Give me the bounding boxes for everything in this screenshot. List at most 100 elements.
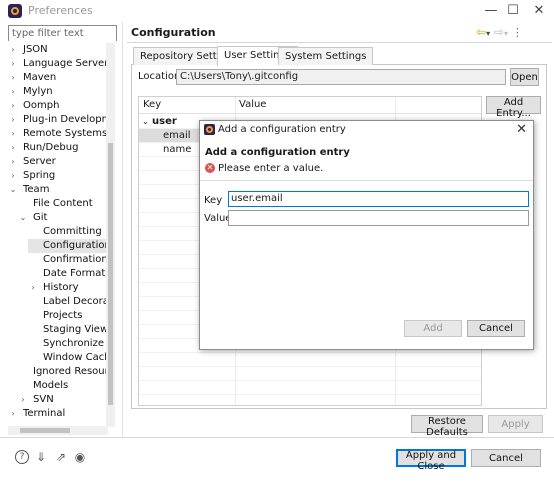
add-entry-button[interactable]: Add Entry... (486, 96, 541, 119)
tree-item[interactable]: › Maven (8, 71, 56, 85)
tree-item-label: Terminal (23, 408, 66, 419)
tree-vertical-scrollbar[interactable] (106, 43, 115, 427)
filter-input[interactable] (9, 26, 116, 41)
collapse-chevron-icon[interactable]: ⌄ (8, 183, 18, 197)
tree-item-label: Synchronize (43, 338, 104, 349)
expand-chevron-icon[interactable]: › (8, 43, 18, 57)
expand-chevron-icon[interactable]: › (8, 169, 18, 183)
tree-item[interactable]: Models (18, 379, 68, 393)
tree-item[interactable]: File Content (18, 197, 93, 211)
empty-table-row (139, 367, 481, 381)
tree-item[interactable]: › Plug-in Development (8, 113, 115, 127)
expand-chevron-icon[interactable]: › (8, 85, 18, 99)
tree-item-label: Language Servers (23, 58, 114, 69)
tree-item-label: History (43, 282, 79, 293)
tree-item[interactable]: Label Decoratio (28, 295, 115, 309)
maximize-button[interactable]: ☐ (500, 2, 526, 20)
tree-item-label: Remote Systems (23, 128, 108, 139)
tree-item-label: Maven (23, 72, 57, 83)
tree-item[interactable]: › Mylyn (8, 85, 53, 99)
tree-item[interactable]: Window Cache (28, 351, 115, 365)
tree-item[interactable]: Staging View (28, 323, 108, 337)
location-field: C:\Users\Tony\.gitconfig (176, 69, 506, 85)
view-menu-icon[interactable]: ⋮ (512, 26, 523, 39)
tree-item-label: Team (23, 184, 50, 195)
expand-chevron-icon[interactable]: › (8, 71, 18, 85)
empty-table-row (139, 395, 481, 405)
expand-chevron-icon[interactable]: › (8, 57, 18, 71)
tree-item[interactable]: Synchronize (28, 337, 104, 351)
tree-item[interactable]: Date Format (28, 267, 105, 281)
apply-button[interactable]: Apply (488, 415, 543, 433)
add-button[interactable]: Add (404, 320, 462, 337)
collapse-chevron-icon[interactable]: ⌄ (18, 211, 28, 225)
tree-item-label: Mylyn (23, 86, 53, 97)
expand-chevron-icon[interactable]: › (8, 407, 18, 421)
open-button[interactable]: Open (510, 68, 539, 86)
cancel-button[interactable]: Cancel (471, 449, 541, 467)
tree-item[interactable]: › History (28, 281, 79, 295)
tree-item[interactable]: › Spring (8, 169, 55, 183)
splitter[interactable] (122, 22, 123, 437)
collapse-chevron-icon[interactable]: ⌄ (142, 115, 149, 129)
tree-item[interactable]: › JSON (8, 43, 48, 57)
tree-item[interactable]: Committing (28, 225, 102, 239)
tree-horizontal-scrollbar[interactable] (8, 426, 108, 435)
tree-item-label: Spring (23, 170, 56, 181)
eclipse-app-icon (204, 124, 215, 135)
tree-item[interactable]: › SVN (18, 393, 54, 407)
key-cell: name (163, 144, 192, 155)
expand-chevron-icon[interactable]: › (18, 393, 28, 407)
error-message: Please enter a value. (218, 163, 324, 174)
tree-item[interactable]: › Oomph (8, 99, 59, 113)
tree-item-label: JSON (23, 44, 48, 55)
value-field[interactable] (228, 210, 529, 226)
tree-item-label: Plug-in Development (23, 114, 115, 125)
expand-chevron-icon[interactable]: › (8, 113, 18, 127)
expand-chevron-icon[interactable]: › (8, 141, 18, 155)
export-icon[interactable]: ⇗ (54, 450, 68, 464)
help-icon[interactable]: ? (15, 450, 29, 464)
expand-chevron-icon[interactable]: › (8, 155, 18, 169)
tree-item[interactable]: ⌄ Git (18, 211, 48, 225)
record-icon[interactable]: ◉ (73, 450, 87, 464)
tree-item[interactable]: Confirmations a (28, 253, 115, 267)
import-icon[interactable]: ⇓ (34, 450, 48, 464)
tree-item-label: SVN (33, 394, 54, 405)
close-button[interactable]: ✕ (526, 2, 552, 20)
tree-item[interactable]: › Terminal (8, 407, 65, 421)
tree-item[interactable]: › Remote Systems (8, 127, 107, 141)
key-field[interactable]: user.email (228, 191, 529, 207)
filter-field[interactable] (8, 25, 117, 41)
expand-chevron-icon[interactable]: › (8, 99, 18, 113)
tree-item[interactable]: Projects (28, 309, 82, 323)
dialog-cancel-button[interactable]: Cancel (467, 320, 525, 337)
dialog-close-icon[interactable]: ✕ (516, 122, 527, 137)
dialog-title: Add a configuration entry (218, 124, 346, 135)
back-dropdown-icon[interactable]: ▾ (486, 29, 490, 38)
tree-item[interactable]: Configuration (28, 239, 111, 253)
restore-defaults-button[interactable]: Restore Defaults (411, 415, 483, 438)
tree-item[interactable]: Ignored Resources (18, 365, 115, 379)
forward-arrow-icon[interactable]: ⇨ (494, 25, 504, 39)
add-config-entry-dialog: Add a configuration entry ✕ Add a config… (199, 120, 534, 350)
column-header-value[interactable]: Value (239, 99, 266, 110)
tree-item-label: Confirmations a (43, 254, 115, 265)
key-cell: email (163, 130, 191, 141)
tree-item[interactable]: ⌄ Team (8, 183, 50, 197)
tree-item[interactable]: › Server (8, 155, 55, 169)
tree-item[interactable]: › Language Servers (8, 57, 114, 71)
empty-table-row (139, 381, 481, 395)
expand-chevron-icon[interactable]: › (8, 127, 18, 141)
expand-chevron-icon[interactable]: › (28, 281, 38, 295)
tree-item-label: Git (33, 212, 48, 223)
forward-dropdown-icon[interactable]: ▾ (504, 29, 508, 38)
apply-and-close-button[interactable]: Apply and Close (396, 449, 466, 472)
back-arrow-icon[interactable]: ⇦ (476, 25, 486, 39)
tree-item-label: Staging View (43, 324, 109, 335)
history-navigation: ⇦▾ ⇨▾ ⋮ (476, 25, 523, 39)
tab-system-settings[interactable]: System Settings (278, 47, 374, 65)
eclipse-app-icon (8, 4, 22, 18)
tree-item[interactable]: › Run/Debug (8, 141, 78, 155)
column-header-key[interactable]: Key (143, 99, 161, 110)
